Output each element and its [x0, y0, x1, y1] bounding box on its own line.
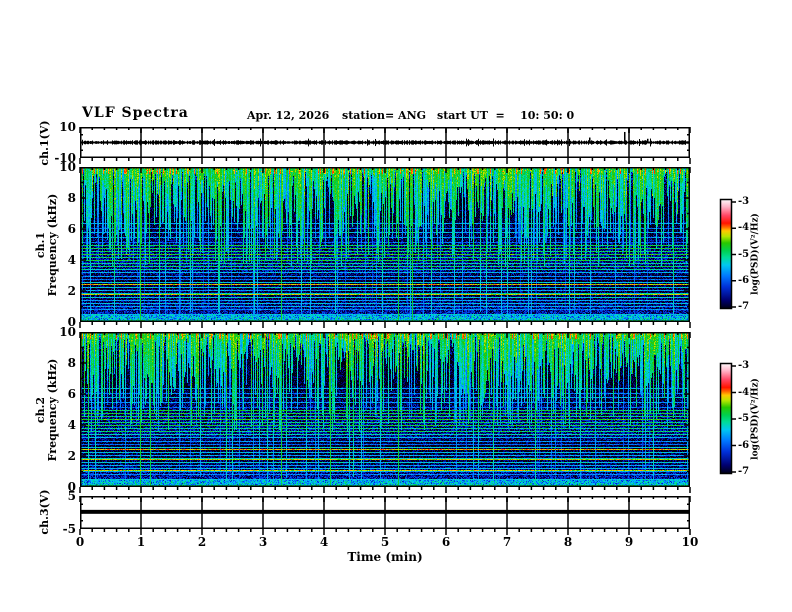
x-tick-label-7: 7: [502, 535, 512, 549]
spec2-ytick-label-2: 2: [67, 449, 76, 463]
spec2-ylabel-frequency: Frequency (kHz): [46, 358, 59, 462]
spec2-ytick-label-6: 6: [67, 387, 76, 401]
colorbar1-tick-label--4: -4: [738, 222, 750, 234]
spec2-ylabel: ch.2 Frequency (kHz): [34, 358, 59, 462]
spec1-ytick-label-6: 6: [67, 222, 76, 236]
colorbar2-tick-label--6: -6: [738, 439, 750, 451]
x-tick-label-8: 8: [563, 535, 573, 549]
axes-overlay: [0, 0, 792, 612]
spec2-ytick-label-4: 4: [67, 418, 76, 432]
ch3-ytick-label-5: 5: [67, 489, 76, 503]
x-axis-label: Time (min): [347, 550, 423, 564]
x-tick-label-9: 9: [624, 535, 634, 549]
spec1-ytick-label-2: 2: [67, 284, 76, 298]
spec1-ytick-label-10: 10: [59, 160, 76, 174]
spec1-ytick-label-4: 4: [67, 253, 76, 267]
colorbar1-tick-label--5: -5: [738, 248, 750, 260]
ch3-ytick-label--5: -5: [62, 522, 76, 536]
colorbar1-tick-label--7: -7: [738, 301, 750, 312]
x-tick-label-5: 5: [380, 535, 390, 549]
colorbar1-tick-label--3: -3: [738, 196, 750, 207]
spec2-ytick-label-8: 8: [67, 356, 76, 370]
x-tick-label-4: 4: [319, 535, 329, 549]
x-tick-label-0: 0: [75, 535, 85, 549]
colorbar2-tick-label--5: -5: [738, 413, 750, 424]
vlf-spectra-figure: VLF Spectra Apr. 12, 2026 station= ANG s…: [0, 0, 792, 612]
spec2-ytick-label-10: 10: [59, 325, 76, 339]
colorbar1-tick-label--6: -6: [738, 274, 750, 286]
spec1-ytick-label-8: 8: [67, 191, 76, 205]
spec1-ylabel: ch.1 Frequency (kHz): [34, 193, 59, 297]
spec1-ylabel-frequency: Frequency (kHz): [46, 193, 59, 297]
x-tick-label-10: 10: [681, 535, 699, 549]
x-tick-label-1: 1: [136, 535, 146, 549]
colorbar2-tick-label--3: -3: [738, 360, 750, 371]
x-tick-label-3: 3: [258, 535, 268, 549]
colorbar2-tick-label--4: -4: [738, 386, 750, 398]
x-tick-label-2: 2: [197, 535, 207, 549]
colorbar2-tick-label--7: -7: [738, 466, 750, 477]
x-tick-label-6: 6: [441, 535, 451, 549]
ch1-wave-ytick-label-10: 10: [59, 120, 76, 134]
